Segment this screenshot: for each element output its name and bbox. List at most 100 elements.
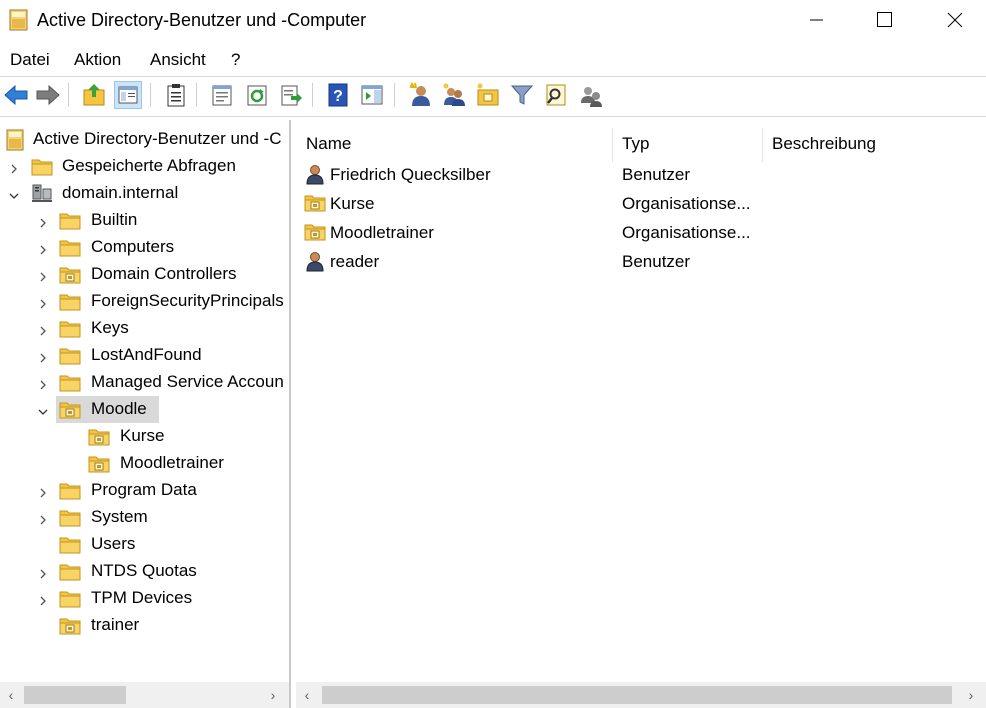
list-cell-name: reader <box>330 252 380 271</box>
column-header-type[interactable]: Typ <box>612 122 762 162</box>
list-cell-type: Benutzer <box>622 165 691 184</box>
tree-item[interactable]: TPM Devices <box>0 585 289 612</box>
tree-item[interactable]: System <box>0 504 289 531</box>
up-folder-icon[interactable] <box>80 81 108 109</box>
title-bar: Active Directory-Benutzer und -Computer <box>0 0 986 42</box>
new-group-icon[interactable] <box>440 81 468 109</box>
tree-item[interactable]: Keys <box>0 315 289 342</box>
tree-item[interactable]: NTDS Quotas <box>0 558 289 585</box>
scroll-right-arrow-icon[interactable]: › <box>262 682 284 708</box>
toolbar-separator <box>394 83 395 107</box>
chevron-right-icon[interactable] <box>37 268 49 282</box>
tree-label: Moodletrainer <box>120 453 224 472</box>
new-user-icon[interactable] <box>406 81 434 109</box>
show-action-pane-icon[interactable] <box>358 81 386 109</box>
back-arrow-icon[interactable] <box>2 81 30 109</box>
scroll-left-arrow-icon[interactable]: ‹ <box>0 682 22 708</box>
list-row[interactable]: reader Benutzer <box>296 247 986 276</box>
folder-icon <box>59 345 81 365</box>
tree-label: LostAndFound <box>91 345 202 364</box>
list-cell-name: Moodletrainer <box>330 223 434 242</box>
toolbar-separator <box>196 83 197 107</box>
chevron-right-icon[interactable] <box>37 241 49 255</box>
chevron-right-icon[interactable] <box>37 349 49 363</box>
console-tree[interactable]: Active Directory-Benutzer und -C Gespeic… <box>0 122 289 682</box>
tree-item[interactable]: trainer <box>0 612 289 639</box>
tree-label: NTDS Quotas <box>91 561 197 580</box>
details-list: Name Typ Beschreibung Friedrich Quecksil… <box>296 122 986 682</box>
folder-icon <box>59 237 81 257</box>
tree-item[interactable]: Users <box>0 531 289 558</box>
chevron-down-icon[interactable] <box>37 403 49 415</box>
new-ou-icon[interactable] <box>474 81 502 109</box>
add-to-group-icon[interactable] <box>577 81 605 109</box>
tree-item[interactable]: Computers <box>0 234 289 261</box>
help-icon[interactable]: ? <box>324 81 352 109</box>
tree-item[interactable]: Managed Service Accoun <box>0 369 289 396</box>
show-console-tree-icon[interactable] <box>114 81 142 109</box>
folder-icon <box>59 210 81 230</box>
chevron-right-icon[interactable] <box>37 322 49 336</box>
scroll-thumb[interactable] <box>322 686 952 704</box>
list-row[interactable]: Friedrich Quecksilber Benutzer <box>296 160 986 189</box>
tree-horizontal-scrollbar[interactable]: ‹ › <box>0 682 289 708</box>
find-icon[interactable] <box>542 81 570 109</box>
scroll-thumb[interactable] <box>24 686 126 704</box>
menu-view[interactable]: Ansicht <box>150 50 206 70</box>
menu-action[interactable]: Aktion <box>74 50 121 70</box>
export-list-icon[interactable] <box>277 81 305 109</box>
refresh-icon[interactable] <box>243 81 271 109</box>
toolbar-separator <box>68 83 69 107</box>
tree-item-domain[interactable]: domain.internal <box>0 180 289 207</box>
list-cell-type: Organisationse... <box>622 223 751 242</box>
scroll-right-arrow-icon[interactable]: › <box>960 682 982 708</box>
list-horizontal-scrollbar[interactable]: ‹ › <box>296 682 986 708</box>
menu-help[interactable]: ? <box>231 50 240 70</box>
chevron-right-icon[interactable] <box>8 160 20 174</box>
filter-icon[interactable] <box>508 81 536 109</box>
chevron-right-icon[interactable] <box>37 592 49 606</box>
list-row[interactable]: Kurse Organisationse... <box>296 189 986 218</box>
chevron-right-icon[interactable] <box>37 511 49 525</box>
scroll-left-arrow-icon[interactable]: ‹ <box>296 682 318 708</box>
chevron-right-icon[interactable] <box>37 295 49 309</box>
chevron-right-icon[interactable] <box>37 565 49 579</box>
close-button[interactable] <box>932 0 978 40</box>
pane-splitter[interactable] <box>289 120 291 708</box>
properties-icon[interactable] <box>208 81 236 109</box>
column-header-name[interactable]: Name <box>296 122 612 162</box>
menu-file[interactable]: Datei <box>10 50 50 70</box>
tree-item[interactable]: Program Data <box>0 477 289 504</box>
chevron-down-icon[interactable] <box>8 187 20 199</box>
tree-label: Domain Controllers <box>91 264 237 283</box>
folder-icon <box>31 156 53 176</box>
tree-item[interactable]: Builtin <box>0 207 289 234</box>
chevron-right-icon[interactable] <box>37 376 49 390</box>
tree-item-saved-queries[interactable]: Gespeicherte Abfragen <box>0 153 289 180</box>
list-cell-name: Friedrich Quecksilber <box>330 165 491 184</box>
list-row[interactable]: Moodletrainer Organisationse... <box>296 218 986 247</box>
tree-root[interactable]: Active Directory-Benutzer und -C <box>0 126 289 153</box>
chevron-right-icon[interactable] <box>37 484 49 498</box>
tree-label: Keys <box>91 318 129 337</box>
tree-label: Users <box>91 534 136 553</box>
minimize-button[interactable] <box>793 0 839 40</box>
tree-item[interactable]: Moodle <box>0 396 289 423</box>
ou-folder-icon <box>88 426 110 446</box>
tree-item[interactable]: Kurse <box>0 423 289 450</box>
tree-item[interactable]: Domain Controllers <box>0 261 289 288</box>
chevron-right-icon[interactable] <box>37 214 49 228</box>
app-icon <box>9 9 28 31</box>
tree-item[interactable]: Moodletrainer <box>0 450 289 477</box>
toolbar-separator <box>312 83 313 107</box>
column-header-description[interactable]: Beschreibung <box>762 122 986 162</box>
column-header-label: Typ <box>622 134 650 153</box>
maximize-button[interactable] <box>861 0 907 40</box>
clipboard-icon[interactable] <box>162 81 190 109</box>
user-icon <box>304 250 326 272</box>
tree-item[interactable]: ForeignSecurityPrincipals <box>0 288 289 315</box>
ou-folder-icon <box>304 192 326 214</box>
tree-item[interactable]: LostAndFound <box>0 342 289 369</box>
folder-icon <box>59 534 81 554</box>
forward-arrow-icon[interactable] <box>34 81 62 109</box>
